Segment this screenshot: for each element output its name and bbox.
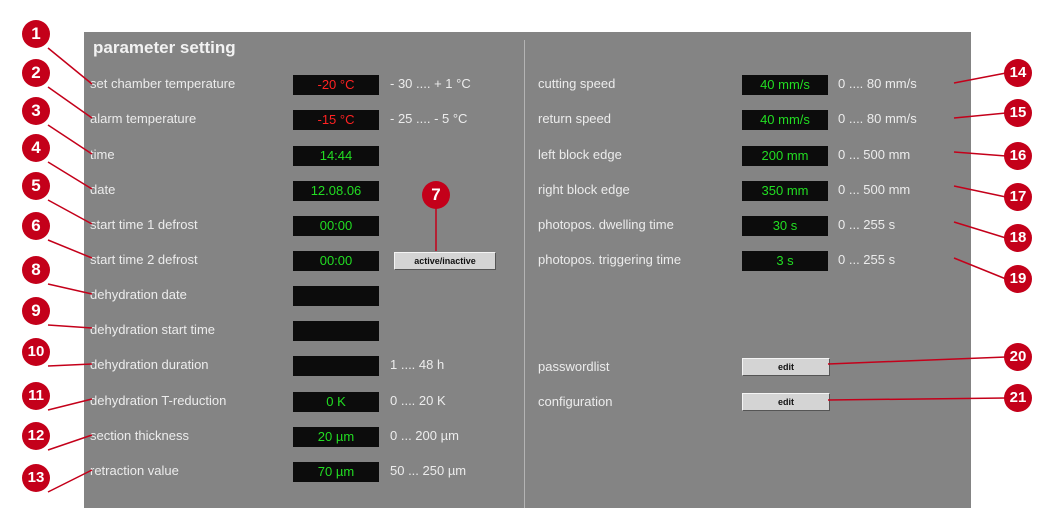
value-photopos-dwelling-time[interactable]: 30 s xyxy=(742,216,828,236)
label-right-block-edge: right block edge xyxy=(538,182,630,197)
callout-badge-2: 2 xyxy=(22,59,50,87)
callout-badge-10: 10 xyxy=(22,338,50,366)
label-dehydration-t-reduction: dehydration T-reduction xyxy=(90,393,227,408)
value-date[interactable]: 12.08.06 xyxy=(293,181,379,201)
callout-badge-14: 14 xyxy=(1004,59,1032,87)
panel-divider xyxy=(524,40,525,508)
callout-badge-20: 20 xyxy=(1004,343,1032,371)
page-title: parameter setting xyxy=(93,38,236,57)
callout-badge-11: 11 xyxy=(22,382,50,410)
callout-badge-3: 3 xyxy=(22,97,50,125)
value-left-block-edge[interactable]: 200 mm xyxy=(742,146,828,166)
callout-badge-12: 12 xyxy=(22,422,50,450)
range-set-chamber-temperature: - 30 .... + 1 °C xyxy=(390,76,471,91)
label-section-thickness: section thickness xyxy=(90,428,189,443)
label-passwordlist: passwordlist xyxy=(538,359,610,374)
label-alarm-temperature: alarm temperature xyxy=(90,111,197,126)
callout-badge-13: 13 xyxy=(22,464,50,492)
range-return-speed: 0 .... 80 mm/s xyxy=(838,111,917,126)
range-alarm-temperature: - 25 .... - 5 °C xyxy=(390,111,468,126)
callout-badge-4: 4 xyxy=(22,134,50,162)
value-dehydration-duration[interactable] xyxy=(293,356,379,376)
configuration-edit-button[interactable]: edit xyxy=(742,393,830,411)
callout-badge-5: 5 xyxy=(22,172,50,200)
range-section-thickness: 0 ... 200 µm xyxy=(390,428,459,443)
parameter-panel xyxy=(84,32,971,508)
callout-badge-8: 8 xyxy=(22,256,50,284)
value-right-block-edge[interactable]: 350 mm xyxy=(742,181,828,201)
label-cutting-speed: cutting speed xyxy=(538,76,616,91)
range-dehydration-duration: 1 .... 48 h xyxy=(390,357,445,372)
label-photopos-triggering-time: photopos. triggering time xyxy=(538,252,682,267)
callout-badge-9: 9 xyxy=(22,297,50,325)
label-dehydration-duration: dehydration duration xyxy=(90,357,209,372)
callout-badge-18: 18 xyxy=(1004,224,1032,252)
label-photopos-dwelling-time: photopos. dwelling time xyxy=(538,217,674,232)
callout-badge-15: 15 xyxy=(1004,99,1032,127)
label-set-chamber-temperature: set chamber temperature xyxy=(90,76,236,91)
callout-badge-6: 6 xyxy=(22,212,50,240)
callout-badge-1: 1 xyxy=(22,20,50,48)
label-dehydration-date: dehydration date xyxy=(90,287,187,302)
label-dehydration-start-time: dehydration start time xyxy=(90,322,216,337)
label-start-time-2-defrost: start time 2 defrost xyxy=(90,252,198,267)
callout-badge-17: 17 xyxy=(1004,183,1032,211)
range-retraction-value: 50 ... 250 µm xyxy=(390,463,467,478)
value-dehydration-t-reduction[interactable]: 0 K xyxy=(293,392,379,412)
value-dehydration-start-time[interactable] xyxy=(293,321,379,341)
value-start-time-1-defrost[interactable]: 00:00 xyxy=(293,216,379,236)
value-set-chamber-temperature[interactable]: -20 °C xyxy=(293,75,379,95)
range-photopos-triggering-time: 0 ... 255 s xyxy=(838,252,896,267)
label-configuration: configuration xyxy=(538,394,613,409)
label-start-time-1-defrost: start time 1 defrost xyxy=(90,217,198,232)
value-return-speed[interactable]: 40 mm/s xyxy=(742,110,828,130)
value-retraction-value[interactable]: 70 µm xyxy=(293,462,379,482)
defrost-active-inactive-button[interactable]: active/inactive xyxy=(394,252,496,270)
callout-badge-16: 16 xyxy=(1004,142,1032,170)
range-photopos-dwelling-time: 0 ... 255 s xyxy=(838,217,896,232)
callout-badge-21: 21 xyxy=(1004,384,1032,412)
callout-badge-7: 7 xyxy=(422,181,450,209)
label-return-speed: return speed xyxy=(538,111,611,126)
value-time[interactable]: 14:44 xyxy=(293,146,379,166)
value-start-time-2-defrost[interactable]: 00:00 xyxy=(293,251,379,271)
label-date: date xyxy=(90,182,116,197)
label-retraction-value: retraction value xyxy=(90,463,179,478)
value-section-thickness[interactable]: 20 µm xyxy=(293,427,379,447)
label-time: time xyxy=(90,147,115,162)
value-alarm-temperature[interactable]: -15 °C xyxy=(293,110,379,130)
passwordlist-edit-button[interactable]: edit xyxy=(742,358,830,376)
range-left-block-edge: 0 ... 500 mm xyxy=(838,147,911,162)
value-photopos-triggering-time[interactable]: 3 s xyxy=(742,251,828,271)
label-left-block-edge: left block edge xyxy=(538,147,622,162)
callout-badge-19: 19 xyxy=(1004,265,1032,293)
value-cutting-speed[interactable]: 40 mm/s xyxy=(742,75,828,95)
range-dehydration-t-reduction: 0 .... 20 K xyxy=(390,393,446,408)
range-cutting-speed: 0 .... 80 mm/s xyxy=(838,76,917,91)
range-right-block-edge: 0 ... 500 mm xyxy=(838,182,911,197)
value-dehydration-date[interactable] xyxy=(293,286,379,306)
